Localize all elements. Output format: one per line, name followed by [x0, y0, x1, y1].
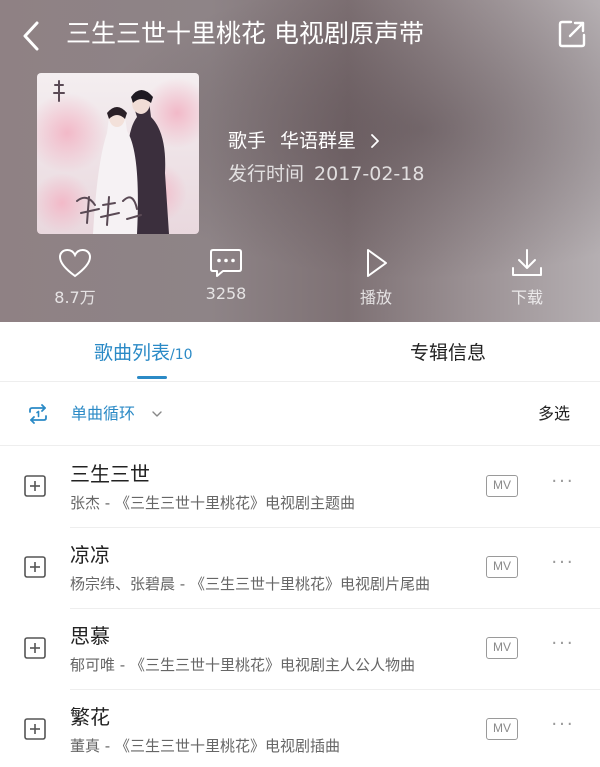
release-date: 2017-02-18: [314, 163, 425, 185]
song-subtitle: 杨宗纬、张碧晨 - 《三生三世十里桃花》电视剧片尾曲: [70, 575, 430, 593]
chevron-right-icon: [371, 134, 379, 148]
song-row[interactable]: 三生三世 张杰 - 《三生三世十里桃花》电视剧主题曲 MV ···: [0, 447, 600, 528]
release-info: 发行时间 2017-02-18: [228, 157, 424, 191]
mv-button[interactable]: MV: [486, 556, 518, 578]
comment-icon: [210, 249, 242, 277]
more-dots-icon[interactable]: ···: [549, 473, 577, 493]
album-header: 三生三世十里桃花 电视剧原声带 歌手 华语群星 发行时间 2017-02-18 …: [0, 0, 600, 322]
song-subtitle: 董真 - 《三生三世十里桃花》电视剧插曲: [70, 737, 340, 755]
song-row[interactable]: 凉凉 杨宗纬、张碧晨 - 《三生三世十里桃花》电视剧片尾曲 MV ···: [0, 528, 600, 609]
heart-icon: [58, 248, 92, 278]
mv-button[interactable]: MV: [486, 637, 518, 659]
song-title: 思慕: [70, 624, 110, 648]
more-dots-icon[interactable]: ···: [549, 554, 577, 574]
plus-square-icon[interactable]: [24, 718, 46, 740]
song-title: 三生三世: [70, 462, 150, 486]
comment-count: 3258: [205, 284, 247, 303]
comment-button[interactable]: 3258: [186, 248, 266, 310]
artist-name: 华语群星: [280, 130, 357, 152]
play-mode-selector[interactable]: 单曲循环: [71, 383, 135, 445]
song-title: 凉凉: [70, 543, 110, 567]
song-row[interactable]: 思慕 郁可唯 - 《三生三世十里桃花》电视剧主人公人物曲 MV ···: [0, 609, 600, 690]
multi-select-button[interactable]: 多选: [538, 383, 570, 445]
artist-link[interactable]: 歌手 华语群星: [228, 123, 382, 159]
release-label: 发行时间: [228, 163, 305, 185]
song-count: /10: [170, 347, 193, 363]
album-screen: 三生三世十里桃花 电视剧原声带 歌手 华语群星 发行时间 2017-02-18 …: [0, 0, 600, 767]
tab-album-info-label: 专辑信息: [410, 342, 487, 364]
tab-bar: 歌曲列表/10 专辑信息: [0, 322, 600, 382]
play-label: 播放: [359, 288, 392, 307]
tab-song-list[interactable]: 歌曲列表/10: [94, 322, 193, 382]
more-dots-icon[interactable]: ···: [549, 635, 577, 655]
album-cover[interactable]: [37, 73, 199, 234]
download-icon: [512, 249, 542, 276]
tab-song-list-label: 歌曲列表: [94, 342, 171, 364]
playlist-toolbar: 单曲循环 多选: [0, 383, 600, 446]
download-button[interactable]: 下载: [487, 248, 567, 310]
mv-button[interactable]: MV: [486, 718, 518, 740]
chevron-down-icon[interactable]: [152, 410, 162, 418]
chevron-left-icon: [23, 21, 39, 51]
active-tab-indicator: [137, 376, 167, 379]
artist-label: 歌手: [228, 130, 267, 152]
plus-square-icon[interactable]: [24, 475, 46, 497]
album-cover-art: [37, 73, 199, 234]
share-icon: [558, 20, 586, 48]
mv-button[interactable]: MV: [486, 475, 518, 497]
repeat-one-icon[interactable]: [26, 402, 50, 426]
song-subtitle: 郁可唯 - 《三生三世十里桃花》电视剧主人公人物曲: [70, 656, 415, 674]
plus-square-icon[interactable]: [24, 637, 46, 659]
song-subtitle: 张杰 - 《三生三世十里桃花》电视剧主题曲: [70, 494, 355, 512]
download-label: 下载: [510, 288, 543, 307]
play-icon: [367, 249, 387, 277]
album-title: 三生三世十里桃花 电视剧原声带: [66, 19, 424, 48]
play-button[interactable]: 播放: [336, 248, 416, 310]
like-button[interactable]: 8.7万: [35, 248, 115, 310]
song-row[interactable]: 繁花 董真 - 《三生三世十里桃花》电视剧插曲 MV ···: [0, 690, 600, 767]
plus-square-icon[interactable]: [24, 556, 46, 578]
song-title: 繁花: [70, 705, 110, 729]
share-button[interactable]: [556, 18, 588, 50]
back-button[interactable]: [18, 18, 46, 54]
more-dots-icon[interactable]: ···: [549, 716, 577, 736]
like-count: 8.7万: [54, 288, 96, 307]
tab-album-info[interactable]: 专辑信息: [410, 322, 486, 382]
